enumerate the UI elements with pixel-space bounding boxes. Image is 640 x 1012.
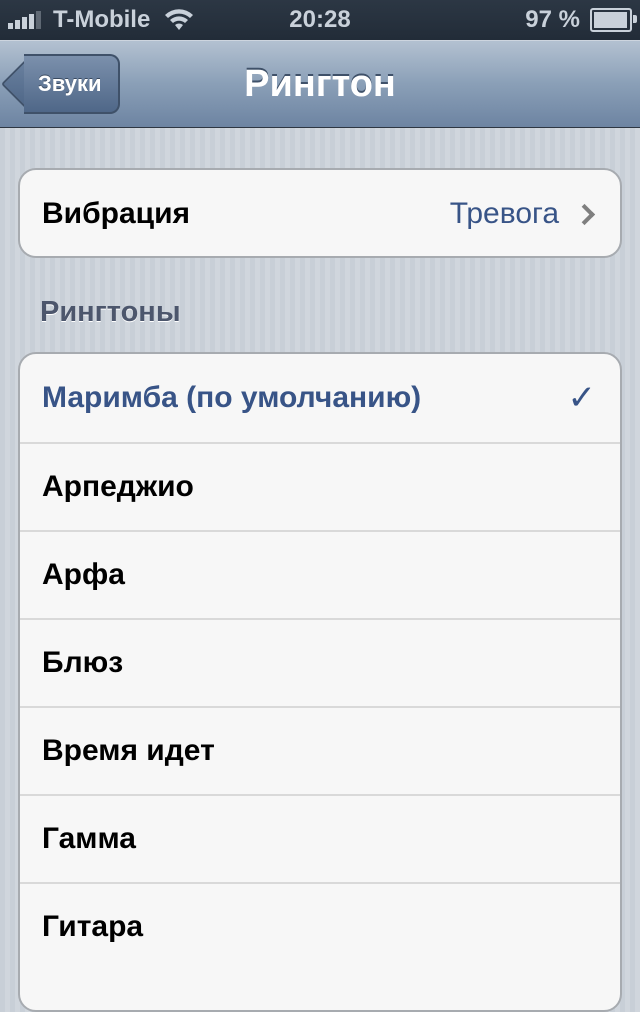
ringtone-label: Время идет — [42, 734, 215, 767]
ringtone-row[interactable]: Гитара — [20, 882, 620, 970]
ringtone-row[interactable]: Гамма — [20, 794, 620, 882]
ringtone-label: Арпеджио — [42, 470, 194, 503]
ringtone-label: Маримба (по умолчанию) — [42, 381, 422, 414]
battery-tip — [633, 15, 637, 23]
page-title: Рингтон — [244, 63, 396, 105]
ringtone-row[interactable]: Блюз — [20, 618, 620, 706]
ringtone-row[interactable]: Арфа — [20, 530, 620, 618]
ringtone-row[interactable]: Арпеджио — [20, 442, 620, 530]
vibration-group: Вибрация Тревога — [18, 168, 622, 258]
status-bar-right: 97 % — [525, 0, 637, 40]
vibration-value: Тревога — [449, 197, 559, 230]
section-header-ringtones: Рингтоны — [40, 296, 181, 328]
battery-icon — [590, 8, 637, 32]
ringtone-row[interactable]: Время идет — [20, 706, 620, 794]
battery-level — [594, 12, 627, 28]
navigation-bar: Звуки Рингтон — [0, 40, 640, 128]
chevron-right-icon — [573, 203, 596, 225]
ringtone-label: Блюз — [42, 646, 124, 679]
status-bar: T-Mobile 20:28 97 % — [0, 0, 640, 40]
ringtone-row[interactable]: Маримба (по умолчанию) ✓ — [20, 354, 620, 442]
battery-percentage: 97 % — [525, 6, 580, 33]
vibration-row[interactable]: Вибрация Тревога — [20, 170, 620, 256]
ringtone-label: Гамма — [42, 822, 136, 855]
ringtone-label: Гитара — [42, 910, 144, 943]
checkmark-icon: ✓ — [567, 378, 597, 418]
ringtone-label: Арфа — [42, 558, 125, 591]
ringtone-list: Маримба (по умолчанию) ✓ Арпеджио Арфа Блюз В… — [18, 352, 622, 1012]
vibration-label: Вибрация — [42, 197, 191, 230]
